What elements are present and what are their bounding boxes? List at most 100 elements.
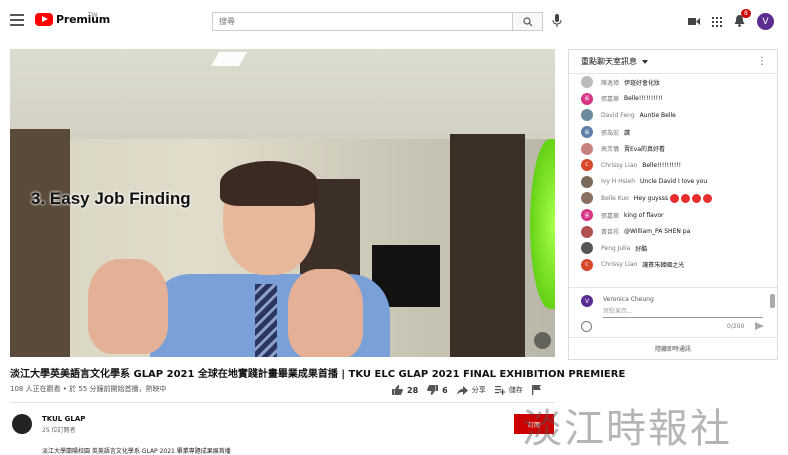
report-button[interactable] (531, 385, 545, 395)
heart-emoji-icon (681, 193, 691, 203)
chat-message-text: 讚 (624, 129, 631, 137)
apps-icon[interactable] (712, 16, 722, 27)
top-bar: Premium TW 8 V (0, 0, 788, 42)
search-icon (522, 16, 532, 26)
chat-message-text: 賣Eva的真好看 (624, 146, 666, 154)
heart-emoji-icon (703, 193, 713, 203)
chat-message-text: Belle!!!!!!!!!! (642, 161, 682, 169)
thumbs-down-icon (427, 385, 439, 395)
chat-message-text: 伊瑄好會化妝 (624, 79, 661, 87)
menu-icon[interactable] (10, 14, 24, 26)
youtube-logo[interactable]: Premium (35, 13, 110, 26)
create-video-icon[interactable] (688, 17, 700, 26)
chat-author-avatar (581, 109, 593, 122)
video-meta: 108 人正在觀看 • 於 55 分鐘前開始首播，熱映中 (10, 385, 167, 393)
playlist-add-icon (494, 385, 505, 395)
save-label: 儲存 (508, 386, 523, 394)
chat-author-avatar: C (581, 159, 593, 172)
chat-mode-dropdown[interactable]: 重點聊天室訊息 (569, 50, 777, 74)
chat-message-list[interactable]: 陳逸璋 伊瑄好會化妝張張嘉華 Belle!!!!!!!!!! David Feng Au… (569, 74, 777, 288)
save-button[interactable]: 儲存 (494, 385, 523, 395)
notification-badge: 8 (741, 9, 751, 18)
heart-emoji-icon (670, 193, 680, 203)
chat-message[interactable]: 張張嘉華 Belle!!!!!!!!!! (569, 91, 777, 108)
chat-author-name: Peng Julia (601, 244, 631, 252)
composer-name: Veronica Cheung (603, 296, 654, 303)
send-icon[interactable] (755, 322, 764, 330)
chat-message-text: Uncle David I love you (640, 178, 708, 186)
video-door-right (450, 134, 525, 357)
channel-subscribers: 25 位訂閱者 (42, 427, 76, 434)
chat-message-text: 讓賓朱韓國之光 (642, 262, 685, 270)
video-person-hair (220, 161, 318, 206)
char-count: 0/200 (727, 323, 745, 330)
microphone-icon[interactable] (552, 14, 562, 27)
chat-author-name: Chrissy Liao (601, 261, 638, 269)
more-options-icon[interactable]: ⋮ (757, 56, 767, 67)
chat-message[interactable]: Peng Julia 好酷 (569, 240, 777, 257)
chat-author-avatar: 張 (581, 209, 593, 222)
chat-author-name: 張嘉華 (601, 212, 620, 220)
channel-watermark-icon[interactable] (534, 332, 551, 349)
chat-message[interactable]: 張張嘉華 king of flavor (569, 207, 777, 224)
chat-author-name: 張嘉華 (601, 96, 620, 104)
dislike-button[interactable]: 6 (427, 385, 448, 395)
channel-avatar[interactable] (12, 414, 32, 434)
chat-message-text: king of flavor (624, 211, 664, 219)
chat-author-name: 黃苗祁 (601, 229, 620, 237)
search-bar (212, 12, 543, 31)
share-icon (456, 385, 468, 395)
video-person-right-hand (288, 269, 363, 357)
dislike-count: 6 (442, 385, 448, 395)
chat-author-avatar (581, 242, 593, 255)
logo-text: Premium (56, 13, 111, 26)
like-count: 28 (407, 385, 419, 395)
chat-message-text: Auntie Belle (639, 111, 676, 119)
emoji-icon[interactable] (581, 321, 592, 332)
chat-message[interactable]: 陳逸璋 伊瑄好會化妝 (569, 74, 777, 91)
like-button[interactable]: 28 (392, 385, 418, 395)
video-caption: 3. Easy Job Finding (31, 189, 191, 208)
chat-author-name: 高芳儀 (601, 146, 620, 154)
chat-message[interactable]: Belle Kuo Hey guysss (569, 190, 777, 207)
composer-avatar: V (581, 295, 593, 307)
chat-composer: V Veronica Cheung 寫點東西... 0/200 (569, 287, 777, 337)
chat-author-avatar: C (581, 258, 593, 271)
share-label: 分享 (471, 386, 486, 394)
chat-author-name: Chrissy Liao (601, 161, 638, 169)
hide-chat-button[interactable]: 隱藏即時通訊 (569, 337, 777, 359)
newspaper-watermark: 淡江時報社 (522, 406, 732, 452)
chevron-down-icon (642, 59, 648, 64)
chat-author-avatar: 張 (581, 126, 593, 139)
account-avatar[interactable]: V (757, 13, 774, 30)
video-person-tie (255, 284, 277, 357)
youtube-play-icon (35, 13, 53, 26)
thumbs-up-icon (392, 385, 403, 395)
chat-message[interactable]: C Chrissy Liao Belle!!!!!!!!!! (569, 157, 777, 174)
chat-message[interactable]: Ivy H Hsieh Uncle David I love you (569, 174, 777, 191)
share-button[interactable]: 分享 (456, 385, 486, 395)
video-actions: 28 6 分享 儲存 (392, 385, 554, 395)
divider (10, 402, 555, 403)
channel-name[interactable]: TKUL GLAP (42, 415, 85, 423)
video-person-left-hand (88, 259, 168, 354)
chat-message[interactable]: 高芳儀 賣Eva的真好看 (569, 140, 777, 157)
chat-message[interactable]: C Chrissy Liao 讓賓朱韓國之光 (569, 257, 777, 274)
chat-author-avatar (581, 142, 593, 155)
chat-input[interactable]: 寫點東西... (603, 306, 763, 318)
search-button[interactable] (512, 13, 542, 30)
chat-author-name: David Feng (601, 111, 635, 119)
chat-author-avatar (581, 175, 593, 188)
chat-author-avatar: 張 (581, 92, 593, 105)
chat-message-text: Hey guysss (633, 194, 669, 202)
video-door-left (10, 129, 70, 357)
chat-message[interactable]: 黃苗祁 @William_PA SHEN pa (569, 223, 777, 240)
chat-message[interactable]: 張張為宏讚 (569, 124, 777, 141)
video-title: 淡江大學英美語言文化學系 GLAP 2021 全球在地實踐計畫畢業成果首播 | … (10, 369, 626, 380)
search-input[interactable] (213, 13, 512, 30)
notifications-button[interactable]: 8 (734, 9, 751, 31)
chat-message-text: Belle!!!!!!!!!! (624, 95, 663, 103)
chat-message[interactable]: David Feng Auntie Belle (569, 107, 777, 124)
flag-icon (531, 385, 541, 395)
video-player[interactable]: 3. Easy Job Finding (10, 49, 555, 357)
